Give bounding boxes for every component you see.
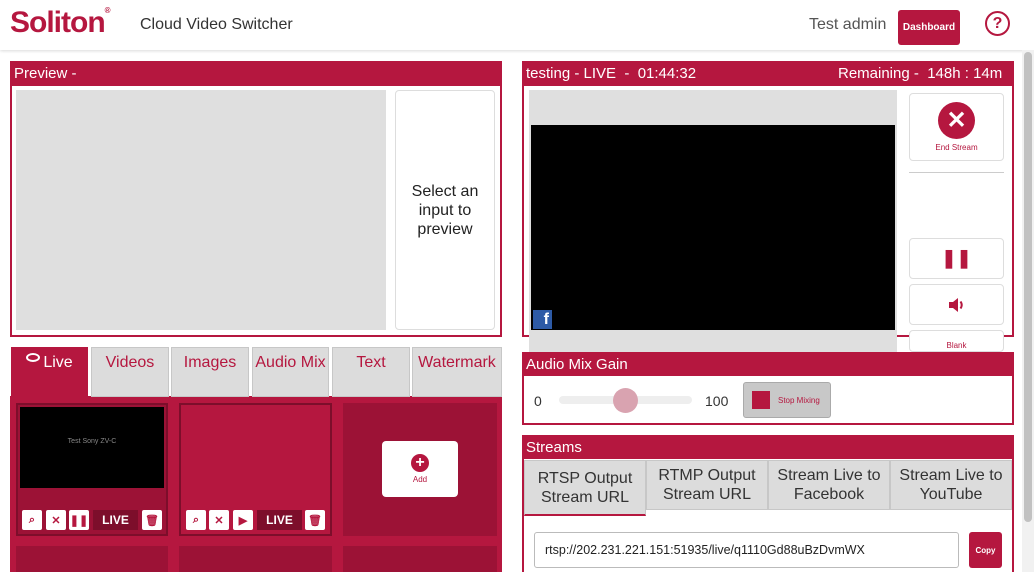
- live-badge[interactable]: LIVE: [257, 510, 302, 530]
- audio-gain-slider-thumb[interactable]: [613, 388, 638, 413]
- end-stream-label: End Stream: [935, 143, 978, 152]
- dashboard-button[interactable]: Dashboard: [898, 10, 960, 45]
- plus-icon: +: [411, 454, 429, 472]
- tab-text[interactable]: Text: [332, 347, 410, 397]
- help-icon[interactable]: ?: [985, 11, 1010, 36]
- streams-title: Streams: [522, 435, 1014, 459]
- tab-images[interactable]: Images: [171, 347, 249, 397]
- source-thumbnail-text: Test Sony ZV-C: [67, 438, 117, 445]
- tab-videos[interactable]: Videos: [91, 347, 169, 397]
- stop-mixing-button[interactable]: Stop Mixing: [743, 382, 831, 418]
- preview-title: Preview -: [10, 61, 502, 86]
- facebook-icon: f: [533, 310, 552, 329]
- tab-audio-mix[interactable]: Audio Mix: [252, 347, 329, 397]
- mute-icon[interactable]: ✕: [46, 510, 66, 530]
- volume-button[interactable]: [909, 284, 1004, 325]
- source-thumbnail[interactable]: [20, 407, 164, 488]
- live-badge[interactable]: LIVE: [93, 510, 138, 530]
- mute-icon[interactable]: ✕: [209, 510, 229, 530]
- stop-icon: [752, 391, 770, 409]
- scrollbar-thumb[interactable]: [1024, 52, 1032, 522]
- audio-min-label: 0: [534, 393, 542, 409]
- blank-label: Blank: [946, 341, 967, 350]
- source-card[interactable]: [343, 546, 497, 572]
- tab-watermark[interactable]: Watermark: [412, 347, 502, 397]
- zoom-icon[interactable]: ⌕: [22, 510, 42, 530]
- remaining-time: Remaining - 148h : 14m: [838, 65, 1003, 82]
- user-name[interactable]: Test admin: [809, 16, 886, 34]
- stop-mixing-label: Stop Mixing: [778, 395, 820, 405]
- eye-icon: [26, 353, 41, 362]
- close-icon: ✕: [938, 102, 975, 139]
- blank-button[interactable]: Blank: [909, 330, 1004, 352]
- source-card[interactable]: [16, 546, 168, 572]
- audio-mix-title: Audio Mix Gain: [522, 352, 1014, 376]
- tab-live[interactable]: Live: [11, 347, 88, 397]
- add-label: Add: [412, 475, 428, 484]
- audio-max-label: 100: [705, 393, 729, 409]
- trash-icon[interactable]: 🗑: [305, 510, 325, 530]
- tab-stream-facebook[interactable]: Stream Live to Facebook: [768, 460, 890, 510]
- copy-button[interactable]: Copy: [969, 532, 1002, 568]
- add-source-button[interactable]: + Add: [382, 441, 458, 497]
- end-stream-button[interactable]: ✕ End Stream: [909, 93, 1004, 161]
- app-title: Cloud Video Switcher: [140, 16, 293, 33]
- side-divider: [909, 172, 1004, 173]
- logo-text: Soliton: [10, 6, 106, 39]
- live-status: testing - LIVE - 01:44:32: [526, 65, 697, 82]
- stream-url-field[interactable]: rtsp://202.231.221.151:51935/live/q1110G…: [534, 532, 959, 568]
- pause-icon: ❚❚: [941, 248, 972, 268]
- pause-stream-button[interactable]: ❚❚: [909, 238, 1004, 279]
- tab-rtsp-output[interactable]: RTSP Output Stream URL: [524, 460, 646, 516]
- trash-icon[interactable]: 🗑: [142, 510, 162, 530]
- zoom-icon[interactable]: ⌕: [186, 510, 206, 530]
- tab-live-label: Live: [43, 354, 73, 371]
- source-card[interactable]: [179, 546, 332, 572]
- soliton-logo[interactable]: Soliton®: [10, 6, 111, 40]
- live-video: [531, 125, 895, 330]
- volume-icon: [948, 297, 963, 312]
- preview-placeholder-message: Select an input to preview: [395, 90, 495, 330]
- pause-icon[interactable]: ❚❚: [69, 510, 89, 530]
- tab-stream-youtube[interactable]: Stream Live to YouTube: [890, 460, 1012, 510]
- tab-rtmp-output[interactable]: RTMP Output Stream URL: [646, 460, 768, 510]
- preview-video-area: [16, 90, 386, 330]
- play-icon[interactable]: ▶: [233, 510, 253, 530]
- registered-mark: ®: [104, 6, 111, 15]
